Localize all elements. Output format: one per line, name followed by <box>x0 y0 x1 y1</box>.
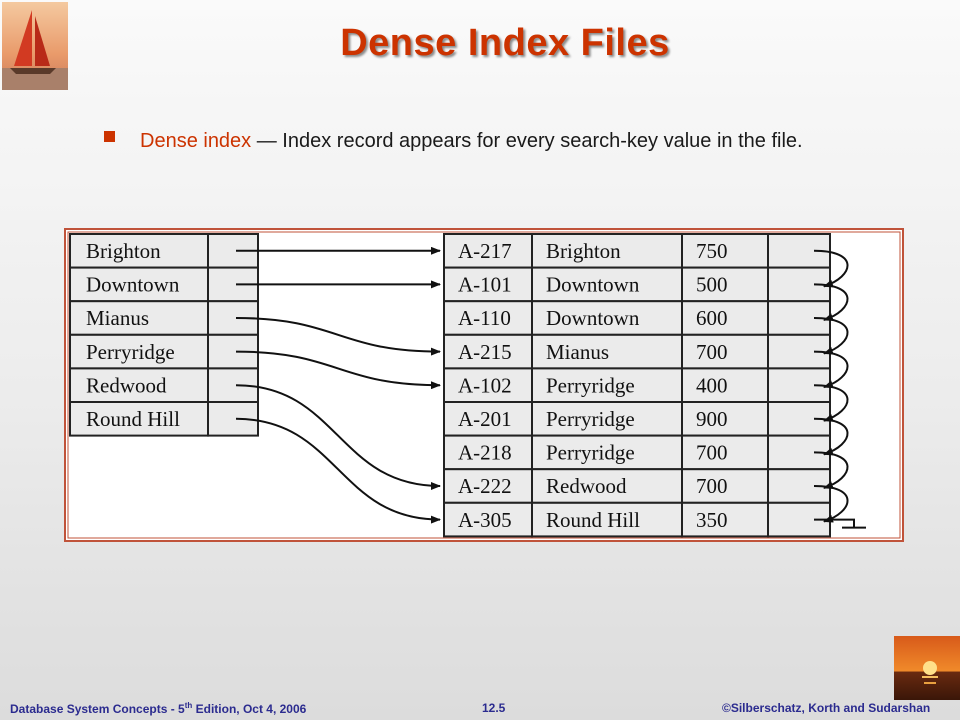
footer-copyright: ©Silberschatz, Korth and Sudarshan <box>722 701 931 715</box>
footer-course: Database System Concepts - 5th Edition, … <box>10 701 306 716</box>
record-branch-label: Downtown <box>546 306 640 330</box>
record-balance-label: 900 <box>696 407 728 431</box>
record-branch-label: Mianus <box>546 340 609 364</box>
index-key-label: Perryridge <box>86 340 175 364</box>
record-balance-label: 700 <box>696 340 728 364</box>
record-branch-label: Downtown <box>546 273 640 297</box>
index-key-label: Downtown <box>86 273 180 297</box>
bullet-definition: — Index record appears for every search-… <box>251 130 803 152</box>
bullet-square-icon <box>104 131 115 142</box>
record-balance-label: 500 <box>696 273 728 297</box>
record-account-label: A-110 <box>458 306 511 330</box>
sunset-logo <box>894 636 960 700</box>
record-branch-label: Redwood <box>546 474 627 498</box>
record-branch-label: Round Hill <box>546 508 640 532</box>
record-balance-label: 600 <box>696 306 728 330</box>
footer-course-post: Edition, Oct 4, 2006 <box>192 702 307 716</box>
record-balance-label: 350 <box>696 508 728 532</box>
record-account-label: A-217 <box>458 239 512 263</box>
record-account-label: A-101 <box>458 273 512 297</box>
record-account-label: A-215 <box>458 340 512 364</box>
bullet-term: Dense index <box>140 130 252 152</box>
footer-page-number: 12.5 <box>482 701 506 715</box>
index-key-label: Brighton <box>86 239 161 263</box>
slide-title: Dense Index Files <box>340 22 670 64</box>
sequential-file: A-217 Brighton 750 A-101 Downtown 500 A-110 Dow… <box>443 233 831 538</box>
record-branch-label: Brighton <box>546 239 621 263</box>
dense-index-figure: Brighton Downtown Mianus Perryridge Redwood R… <box>64 228 904 542</box>
record-balance-label: 700 <box>696 474 728 498</box>
record-branch-label: Perryridge <box>546 407 635 431</box>
record-account-label: A-102 <box>458 373 512 397</box>
record-balance-label: 400 <box>696 373 728 397</box>
bullet-text: Dense index — Index record appears for e… <box>140 126 870 156</box>
record-account-label: A-305 <box>458 508 512 532</box>
record-balance-label: 700 <box>696 441 728 465</box>
record-account-label: A-201 <box>458 407 512 431</box>
index-key-label: Round Hill <box>86 407 180 431</box>
footer-course-pre: Database System Concepts - 5 <box>10 702 185 716</box>
record-account-label: A-218 <box>458 441 512 465</box>
record-balance-label: 750 <box>696 239 728 263</box>
index-key-label: Redwood <box>86 373 167 397</box>
record-branch-label: Perryridge <box>546 373 635 397</box>
record-account-label: A-222 <box>458 474 512 498</box>
record-branch-label: Perryridge <box>546 441 635 465</box>
index-key-label: Mianus <box>86 306 149 330</box>
index-file: Brighton Downtown Mianus Perryridge Redwood R… <box>69 233 259 437</box>
